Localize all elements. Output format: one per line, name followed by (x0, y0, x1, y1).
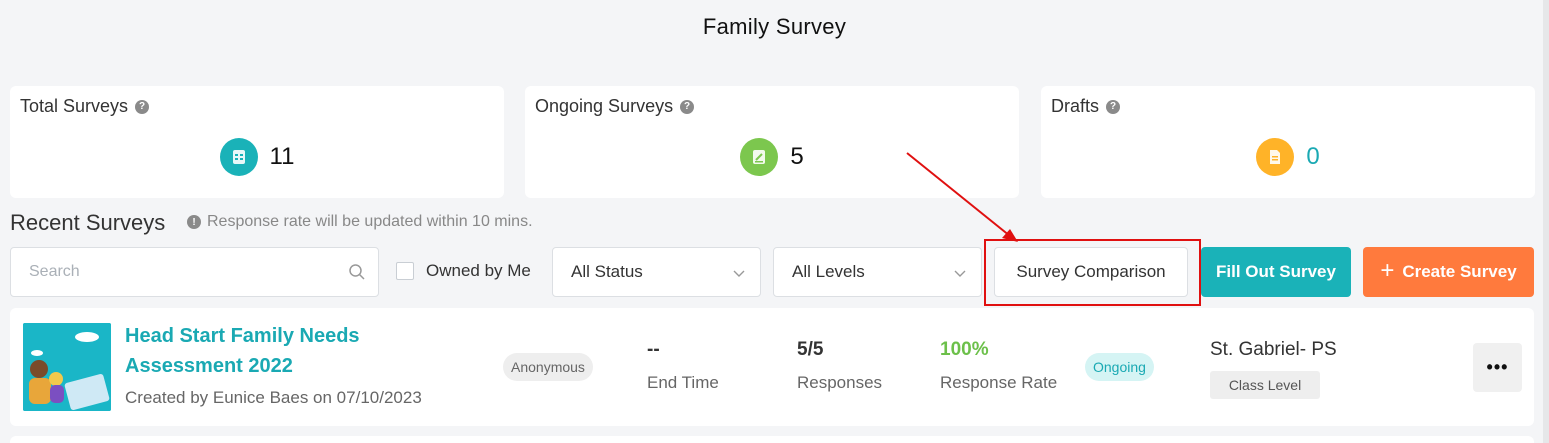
status-select-value: All Status (571, 262, 643, 281)
response-rate-label: Response Rate (940, 373, 1058, 392)
responses-metric: 5/5 Responses (797, 339, 882, 393)
help-icon[interactable]: ? (680, 99, 695, 114)
level-badge: Class Level (1210, 371, 1320, 399)
stat-label: Drafts (1051, 96, 1100, 116)
note-text: Response rate will be updated within 10 … (207, 213, 533, 230)
help-icon[interactable]: ? (135, 99, 150, 114)
levels-select-value: All Levels (792, 262, 865, 281)
draft-document-icon (1256, 138, 1295, 176)
highlight-annotation-box (984, 239, 1201, 306)
chevron-down-icon (954, 270, 966, 277)
recent-surveys-title: Recent Surveys (10, 210, 166, 235)
owned-by-me-checkbox[interactable] (396, 262, 414, 280)
stat-value: 5 (790, 143, 804, 170)
stat-card-total: Total Surveys ? 11 (10, 86, 504, 198)
survey-row[interactable] (10, 436, 1534, 443)
status-select[interactable]: All Status (552, 247, 761, 297)
survey-thumbnail (23, 323, 111, 411)
chevron-down-icon (733, 270, 745, 277)
scrollbar[interactable] (1543, 0, 1549, 443)
clipboard-icon (219, 138, 258, 176)
levels-select[interactable]: All Levels (773, 247, 982, 297)
stat-card-ongoing: Ongoing Surveys ? 5 (525, 86, 1019, 198)
fill-out-survey-button[interactable]: Fill Out Survey (1201, 247, 1351, 297)
more-options-button[interactable]: ••• (1473, 343, 1522, 392)
end-time-value: -- (647, 339, 660, 360)
stat-label: Ongoing Surveys (535, 96, 674, 116)
owned-by-me-label[interactable]: Owned by Me (426, 261, 531, 281)
response-rate-note: ! Response rate will be updated within 1… (187, 213, 533, 231)
responses-value: 5/5 (797, 339, 824, 360)
survey-name-link[interactable]: Head Start Family Needs Assessment 2022 (125, 321, 425, 381)
plus-icon: + (1380, 257, 1395, 284)
owned-by-me-filter[interactable]: Owned by Me (396, 261, 531, 281)
search-box[interactable] (10, 247, 379, 297)
create-survey-button[interactable]: + Create Survey (1363, 247, 1534, 297)
response-rate-metric: 100% Response Rate (940, 339, 1057, 393)
survey-row[interactable]: Head Start Family Needs Assessment 2022 … (10, 308, 1534, 426)
create-survey-label: Create Survey (1402, 262, 1517, 281)
responses-label: Responses (797, 373, 883, 392)
edit-document-icon (740, 138, 779, 176)
page-title: Family Survey (702, 14, 847, 39)
anonymous-badge: Anonymous (503, 353, 593, 381)
end-time-metric: -- End Time (647, 339, 719, 393)
stat-label: Total Surveys (20, 96, 129, 116)
status-badge: Ongoing (1085, 353, 1154, 381)
stat-value: 0 (1306, 143, 1320, 170)
info-icon: ! (187, 215, 201, 229)
school-name: St. Gabriel- PS (1210, 339, 1337, 360)
stat-value: 11 (269, 143, 295, 170)
stat-card-drafts: Drafts ? 0 (1041, 86, 1535, 198)
response-rate-value: 100% (940, 339, 989, 360)
survey-created-by: Created by Eunice Baes on 07/10/2023 (125, 388, 422, 407)
help-icon[interactable]: ? (1106, 99, 1121, 114)
search-icon[interactable] (348, 263, 366, 281)
end-time-label: End Time (647, 373, 719, 392)
search-input[interactable] (29, 248, 339, 296)
